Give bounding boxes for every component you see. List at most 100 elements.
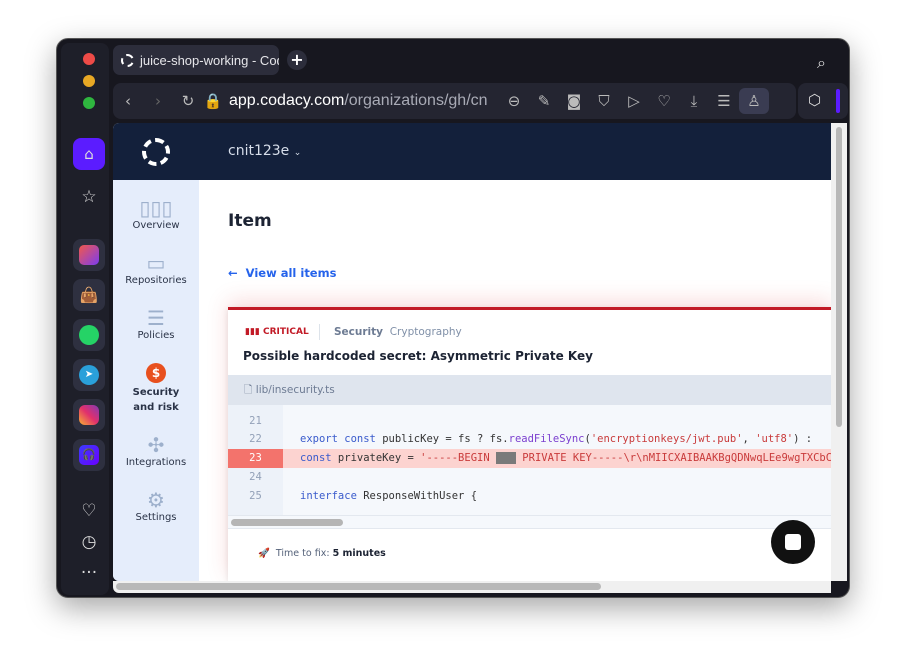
nav-policies[interactable]: ☰ Policies	[113, 306, 199, 341]
nav-label: Policies	[137, 330, 175, 341]
scrollbar-thumb[interactable]	[231, 519, 343, 526]
camera-icon[interactable]: ◙	[559, 92, 589, 110]
download-icon[interactable]: ⤓	[679, 92, 709, 110]
tab-title: juice-shop-working - Codacy	[140, 52, 279, 68]
cube-icon[interactable]: ⬡	[808, 91, 821, 109]
org-name: cnit123e	[228, 143, 290, 159]
severity-bars-icon: ▮▮▮	[245, 327, 260, 337]
puzzle-icon: ✣	[147, 433, 165, 457]
vertical-scrollbar[interactable]	[831, 123, 847, 581]
file-bar: 🗋 lib/insecurity.ts	[228, 375, 831, 405]
browser-sidebar: ⌂ ☆ 👜 ➤ 🎧 ♡ ◷ ···	[61, 43, 109, 595]
severity-badge: ▮▮▮ CRITICAL	[245, 327, 309, 337]
chat-icon	[785, 534, 801, 550]
telegram-icon[interactable]: ➤	[79, 365, 99, 385]
back-icon[interactable]: ‹	[113, 92, 143, 110]
nav-label: and risk	[133, 402, 179, 413]
send-icon[interactable]: ▷	[619, 92, 649, 110]
nav-label: Security	[132, 387, 180, 398]
whatsapp-icon[interactable]	[79, 325, 99, 345]
extensions-area: ⬡	[798, 83, 848, 119]
chevron-down-icon: ⌄	[293, 148, 302, 158]
arrow-left-icon: ←	[228, 266, 238, 280]
browser-tab[interactable]: juice-shop-working - Codacy	[113, 45, 279, 75]
horizontal-scrollbar[interactable]	[113, 581, 831, 593]
reload-icon[interactable]: ↻	[173, 92, 203, 110]
nav-label: Repositories	[125, 275, 187, 286]
lock-icon: 🔒	[203, 92, 223, 110]
app-sidebar: ▯▯▯ Overview ▭ Repositories ☰ Policies $ Sec…	[113, 180, 199, 581]
bookmarks-star-icon[interactable]: ☆	[73, 183, 105, 211]
line-number: 21	[249, 415, 262, 427]
url-path: /organizations/gh/cnit	[344, 92, 487, 109]
url-host: app.codacy.com	[229, 92, 345, 109]
codacy-logo-icon[interactable]	[142, 138, 170, 166]
list-icon: ☰	[147, 306, 165, 330]
code-snippet: 21 22 23 24 25 export const publicKey = …	[228, 405, 831, 515]
zoom-out-icon[interactable]: ⊖	[499, 92, 529, 110]
code-line-22: export const publicKey = fs ? fs.readFil…	[300, 433, 813, 445]
org-selector[interactable]: cnit123e ⌄	[228, 143, 301, 159]
page-title: Item	[228, 211, 272, 231]
issue-category: Security	[334, 326, 384, 338]
issue-subcategory: Cryptography	[389, 326, 462, 338]
codacy-favicon-icon	[121, 53, 134, 67]
browser-window: ⌂ ☆ 👜 ➤ 🎧 ♡ ◷ ··· juice-shop-working - C…	[56, 38, 850, 598]
instagram-icon[interactable]	[79, 405, 99, 425]
search-tabs-icon[interactable]: ⌕	[817, 53, 826, 73]
url-field[interactable]: app.codacy.com/organizations/gh/cnit	[229, 92, 487, 110]
redacted-block	[495, 452, 516, 464]
nav-label: Integrations	[125, 457, 187, 468]
music-headphones-icon[interactable]: 🎧	[79, 445, 99, 465]
heart-icon[interactable]: ♡	[649, 92, 679, 110]
settings-sliders-icon[interactable]: ☰	[709, 92, 739, 110]
nav-label: Overview	[132, 220, 180, 231]
nav-integrations[interactable]: ✣ Integrations	[113, 433, 199, 468]
nav-repositories[interactable]: ▭ Repositories	[113, 251, 199, 286]
shield-icon[interactable]: ⛉	[589, 92, 619, 110]
view-all-items-link[interactable]: ← View all items	[228, 266, 336, 280]
bar-chart-icon: ▯▯▯	[139, 196, 173, 220]
close-window-button[interactable]	[83, 53, 95, 65]
home-icon[interactable]: ⌂	[73, 138, 105, 170]
aria-icon[interactable]	[79, 245, 99, 265]
issue-title: Possible hardcoded secret: Asymmetric Pr…	[243, 349, 593, 363]
sidebar-indicator	[836, 89, 840, 113]
edit-icon[interactable]: ✎	[529, 92, 559, 110]
time-value: 5 minutes	[332, 548, 386, 559]
more-icon[interactable]: ···	[73, 559, 105, 587]
minimize-window-button[interactable]	[83, 75, 95, 87]
nav-security-and-risk[interactable]: $ Security and risk	[113, 361, 199, 413]
code-scrollbar[interactable]	[228, 515, 831, 529]
app-header: cnit123e ⌄	[113, 123, 831, 180]
line-number: 24	[249, 471, 262, 483]
line-number: 25	[249, 490, 262, 502]
address-bar: ‹ › ↻ 🔒 app.codacy.com/organizations/gh/…	[113, 83, 796, 119]
nav-label: Settings	[135, 512, 177, 523]
code-line-23: const privateKey = '-----BEGIN PRIVATE K…	[300, 452, 831, 464]
nav-settings[interactable]: ⚙ Settings	[113, 488, 199, 523]
heart-icon[interactable]: ♡	[73, 497, 105, 525]
profile-icon[interactable]: ♙	[739, 88, 769, 114]
scrollbar-thumb[interactable]	[836, 127, 842, 427]
line-number: 22	[249, 433, 262, 445]
rocket-icon: 🚀	[258, 548, 270, 559]
forward-icon[interactable]: ›	[143, 92, 173, 110]
link-label: View all items	[245, 266, 337, 280]
new-tab-button[interactable]: +	[287, 50, 307, 70]
gear-icon: ⚙	[147, 488, 165, 512]
shop-bag-icon[interactable]: 👜	[73, 279, 105, 311]
history-clock-icon[interactable]: ◷	[73, 528, 105, 556]
issue-card: ▮▮▮ CRITICAL Security Cryptography Possi…	[228, 307, 831, 581]
maximize-window-button[interactable]	[83, 97, 95, 109]
chat-button[interactable]	[771, 520, 815, 564]
security-dollar-icon: $	[146, 363, 166, 383]
file-path[interactable]: lib/insecurity.ts	[256, 384, 335, 396]
web-content: cnit123e ⌄ ▯▯▯ Overview ▭ Repositories ☰ Po…	[113, 123, 831, 581]
scrollbar-thumb[interactable]	[116, 583, 601, 590]
time-label: Time to fix:	[275, 548, 330, 559]
nav-overview[interactable]: ▯▯▯ Overview	[113, 196, 199, 231]
line-number: 23	[249, 452, 262, 464]
divider	[319, 324, 320, 340]
file-icon: 🗋	[244, 384, 253, 396]
